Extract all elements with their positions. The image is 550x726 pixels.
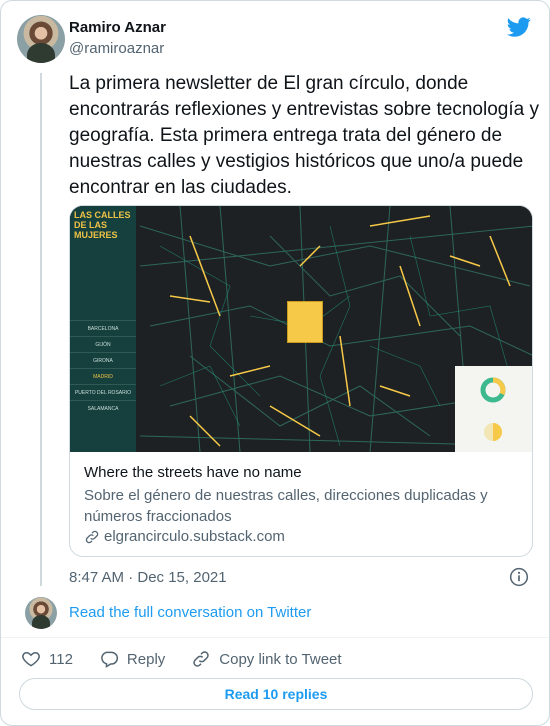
read-replies-button[interactable]: Read 10 replies [19, 678, 533, 710]
speech-bubble-icon [101, 651, 118, 668]
twitter-bird-icon[interactable] [507, 15, 531, 39]
copy-link-label: Copy link to Tweet [219, 650, 342, 668]
map-brand: LAS CALLES DE LAS MUJERES [74, 210, 131, 240]
map-city-item: GIRONA [70, 352, 136, 368]
like-count: 112 [49, 650, 73, 668]
link-icon [85, 530, 99, 543]
map-sidebar-panel: LAS CALLES DE LAS MUJERES BARCELONA GIJÓ… [70, 206, 136, 452]
heart-icon [22, 651, 40, 667]
reply-button[interactable]: Reply [99, 649, 165, 669]
reply-avatar[interactable] [25, 597, 57, 629]
author-name[interactable]: Ramiro Aznar [69, 19, 166, 36]
link-title: Where the streets have no name [84, 464, 302, 481]
read-conversation-link[interactable]: Read the full conversation on Twitter [69, 604, 311, 621]
map-legend-panel [455, 366, 532, 452]
map-city-item: GIJÓN [70, 336, 136, 352]
map-popup [287, 301, 323, 343]
map-city-item-active: MADRID [70, 368, 136, 384]
link-preview-image: LAS CALLES DE LAS MUJERES BARCELONA GIJÓ… [70, 206, 532, 452]
author-avatar[interactable] [17, 15, 65, 63]
copy-link-icon [193, 651, 209, 667]
author-handle[interactable]: @ramiroaznar [69, 40, 164, 57]
tweet-text: La primera newsletter de El gran círculo… [69, 73, 539, 198]
like-button[interactable]: 112 [21, 649, 73, 669]
divider [1, 637, 549, 638]
thread-line [40, 73, 42, 586]
tweet-embed-card: Ramiro Aznar @ramiroaznar La primera new… [0, 0, 550, 726]
map-city-item: SALAMANCA [70, 400, 136, 416]
map-city-item: PUERTO DEL ROSARIO [70, 384, 136, 400]
link-description: Sobre el género de nuestras calles, dire… [84, 487, 488, 525]
action-bar: 112 Reply Copy link to Tweet [21, 649, 368, 669]
tweet-timestamp[interactable]: 8:47 AM · Dec 15, 2021 [69, 569, 227, 586]
map-city-item: BARCELONA [70, 320, 136, 336]
link-domain-text: elgrancirculo.substack.com [104, 528, 285, 545]
copy-link-button[interactable]: Copy link to Tweet [191, 649, 342, 669]
info-icon[interactable] [509, 567, 529, 587]
link-preview-card[interactable]: LAS CALLES DE LAS MUJERES BARCELONA GIJÓ… [69, 205, 533, 557]
link-domain: elgrancirculo.substack.com [84, 528, 285, 545]
reply-label: Reply [126, 650, 166, 668]
